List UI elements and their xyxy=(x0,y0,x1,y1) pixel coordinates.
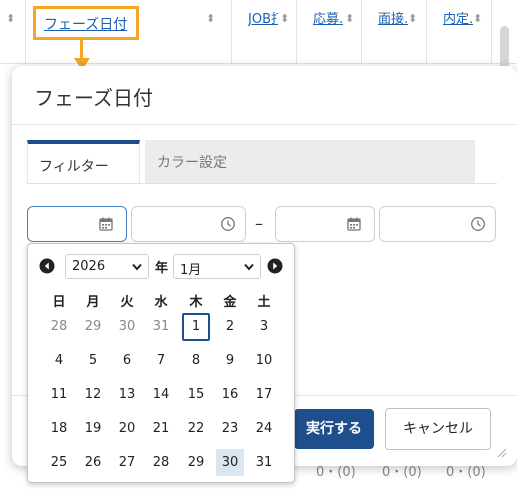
calendar-day[interactable]: 10 xyxy=(247,347,281,374)
month-select-value: 1月 xyxy=(180,263,202,278)
sort-icon[interactable]: ⬍ xyxy=(206,13,215,24)
sort-icon[interactable]: ⬍ xyxy=(345,13,354,24)
table-header-cell-offer: 内定… ⬍ xyxy=(427,0,492,64)
calendar-day[interactable]: 28 xyxy=(144,449,178,476)
prev-month-icon[interactable] xyxy=(39,258,55,274)
calendar-day[interactable]: 31 xyxy=(247,449,281,476)
calendar-day[interactable]: 27 xyxy=(110,449,144,476)
end-date-input[interactable] xyxy=(275,206,375,242)
calendar-day[interactable]: 3 xyxy=(247,313,281,340)
execute-button[interactable]: 実行する xyxy=(294,409,374,449)
calendar-day[interactable]: 22 xyxy=(179,415,213,442)
calendar-day[interactable]: 11 xyxy=(42,381,76,408)
calendar-day[interactable]: 19 xyxy=(76,415,110,442)
calendar-icon[interactable] xyxy=(98,216,114,232)
calendar-day[interactable]: 28 xyxy=(42,313,76,340)
header-link-interview[interactable]: 面接… xyxy=(378,12,408,28)
cancel-button[interactable]: キャンセル xyxy=(385,408,491,450)
calendar-day[interactable]: 30 xyxy=(216,449,244,476)
clock-icon[interactable] xyxy=(470,216,486,232)
calendar-day[interactable]: 12 xyxy=(76,381,110,408)
calendar-day[interactable]: 13 xyxy=(110,381,144,408)
calendar-day[interactable]: 25 xyxy=(42,449,76,476)
calendar-day[interactable]: 16 xyxy=(213,381,247,408)
header-link-apply[interactable]: 応募… xyxy=(313,12,343,28)
calendar-day[interactable]: 30 xyxy=(110,313,144,340)
calendar-day[interactable]: 1 xyxy=(182,313,210,341)
header-link-offer[interactable]: 内定… xyxy=(443,12,473,28)
weekday-header: 月 xyxy=(86,295,100,310)
calendar-day[interactable]: 6 xyxy=(110,347,144,374)
chevron-down-icon xyxy=(132,263,142,271)
modal-title: フェーズ日付 xyxy=(34,86,153,110)
calendar-day[interactable]: 14 xyxy=(144,381,178,408)
header-link-phase-date[interactable]: フェーズ日付 xyxy=(44,14,127,34)
weekday-header: 金 xyxy=(223,295,237,310)
calendar-day[interactable]: 15 xyxy=(179,381,213,408)
weekday-header: 火 xyxy=(120,295,134,310)
table-header-cell: ⬍ xyxy=(0,0,26,64)
calendar-day[interactable]: 21 xyxy=(144,415,178,442)
end-time-input[interactable] xyxy=(379,206,496,242)
year-suffix: 年 xyxy=(155,261,169,276)
tab-color-settings[interactable]: カラー設定 xyxy=(145,140,475,184)
weekday-header: 水 xyxy=(154,295,168,310)
calendar-day[interactable]: 29 xyxy=(76,313,110,340)
resize-handle-icon[interactable] xyxy=(495,446,507,458)
calendar-day[interactable]: 7 xyxy=(144,347,178,374)
table-header-cell-job: JOB打… ⬍ xyxy=(232,0,297,64)
calendar-day[interactable]: 29 xyxy=(179,449,213,476)
datepicker-popup: 2026 年 1月 日月火水木金土 28 29 30 31 1 2 3 4 5 6 7 8 9 10 11 12… xyxy=(27,243,295,483)
range-separator: – xyxy=(255,214,263,233)
chevron-down-icon xyxy=(244,263,254,271)
calendar-day[interactable]: 4 xyxy=(42,347,76,374)
calendar-day[interactable]: 23 xyxy=(213,415,247,442)
calendar-day[interactable]: 31 xyxy=(144,313,178,340)
calendar-day[interactable]: 24 xyxy=(247,415,281,442)
start-time-input[interactable] xyxy=(131,206,246,242)
weekday-header: 木 xyxy=(189,295,203,310)
next-month-icon[interactable] xyxy=(267,258,283,274)
sort-icon[interactable]: ⬍ xyxy=(408,13,417,24)
year-select-value: 2026 xyxy=(72,259,106,274)
calendar-day[interactable]: 20 xyxy=(110,415,144,442)
divider xyxy=(12,124,517,125)
tab-filter[interactable]: フィルター xyxy=(27,140,140,184)
table-header-cell-interview: 面接… ⬍ xyxy=(362,0,427,64)
calendar-icon[interactable] xyxy=(346,216,362,232)
calendar-day[interactable]: 9 xyxy=(213,347,247,374)
calendar-day[interactable]: 26 xyxy=(76,449,110,476)
tab-underline xyxy=(27,183,497,184)
calendar-day[interactable]: 5 xyxy=(76,347,110,374)
table-header-cell-apply: 応募… ⬍ xyxy=(297,0,362,64)
calendar-day[interactable]: 8 xyxy=(179,347,213,374)
sort-icon[interactable]: ⬍ xyxy=(280,13,289,24)
header-link-job[interactable]: JOB打… xyxy=(248,12,278,28)
callout-arrow xyxy=(80,40,83,60)
year-select[interactable]: 2026 xyxy=(65,254,149,279)
weekday-header: 日 xyxy=(52,295,66,310)
start-date-input[interactable] xyxy=(27,206,127,242)
weekday-header: 土 xyxy=(257,295,271,310)
highlighted-header-callout: フェーズ日付 xyxy=(33,6,139,40)
calendar-day[interactable]: 18 xyxy=(42,415,76,442)
month-select[interactable]: 1月 xyxy=(173,254,261,279)
sort-icon[interactable]: ⬍ xyxy=(6,13,15,24)
calendar-day[interactable]: 2 xyxy=(213,313,247,340)
sort-icon[interactable]: ⬍ xyxy=(473,13,482,24)
clock-icon[interactable] xyxy=(220,216,236,232)
tab-filter-label: フィルター xyxy=(39,159,109,175)
calendar-day[interactable]: 17 xyxy=(247,381,281,408)
tab-color-settings-label: カラー設定 xyxy=(157,155,227,171)
